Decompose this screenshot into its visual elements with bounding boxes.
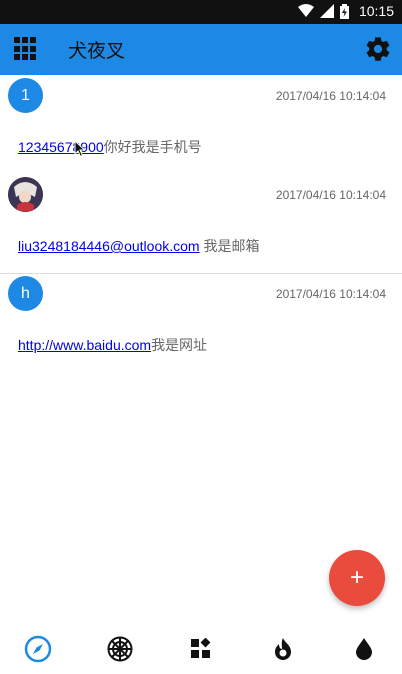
empire-icon — [107, 636, 132, 662]
drop-icon — [356, 638, 372, 660]
nav-empire[interactable] — [106, 635, 134, 663]
add-button[interactable]: + — [329, 550, 385, 606]
message-text: 我是网址 — [151, 337, 208, 353]
phone-link[interactable]: 12345678900 — [18, 139, 104, 155]
email-link[interactable]: liu3248184446@outlook.com — [18, 238, 200, 254]
avatar[interactable]: 1 — [8, 78, 43, 113]
nav-flame[interactable] — [269, 635, 297, 663]
page-title: 犬夜叉 — [68, 40, 126, 62]
compass-icon — [24, 635, 52, 663]
nav-compass[interactable] — [24, 635, 52, 663]
avatar[interactable]: h — [8, 276, 43, 311]
app-bar: 犬夜叉 — [0, 24, 402, 75]
avatar[interactable] — [8, 177, 43, 212]
message-item: 2017/04/16 10:14:04 liu3248184446@outloo… — [0, 175, 402, 273]
gear-icon[interactable] — [364, 35, 392, 63]
nav-drop[interactable] — [350, 635, 378, 663]
mouse-cursor-icon — [74, 140, 86, 158]
message-content: http://www.baidu.com我是网址 — [18, 335, 207, 355]
status-bar: 10:15 — [0, 0, 402, 24]
message-text: 你好我是手机号 — [103, 139, 202, 155]
message-item: h 2017/04/16 10:14:04 http://www.baidu.c… — [0, 274, 402, 374]
message-time: 2017/04/16 10:14:04 — [275, 188, 386, 202]
flame-icon — [274, 638, 291, 660]
grid-menu-icon[interactable] — [14, 37, 38, 61]
nav-widgets[interactable] — [187, 635, 215, 663]
battery-icon — [339, 3, 349, 19]
bottom-navigation — [0, 624, 402, 674]
message-item: 1 2017/04/16 10:14:04 12345678900你好我是手机号 — [0, 75, 402, 175]
status-icons: 10:15 — [297, 3, 394, 19]
wifi-icon — [297, 4, 314, 17]
message-time: 2017/04/16 10:14:04 — [275, 89, 386, 103]
widgets-icon — [191, 638, 211, 658]
message-content: 12345678900你好我是手机号 — [18, 137, 202, 157]
avatar-image-icon — [8, 177, 43, 212]
message-content: liu3248184446@outlook.com 我是邮箱 — [18, 236, 259, 256]
message-time: 2017/04/16 10:14:04 — [275, 287, 386, 301]
message-text: 我是邮箱 — [199, 238, 260, 254]
signal-icon — [319, 4, 334, 18]
url-link[interactable]: http://www.baidu.com — [18, 337, 151, 353]
status-time: 10:15 — [358, 3, 394, 19]
